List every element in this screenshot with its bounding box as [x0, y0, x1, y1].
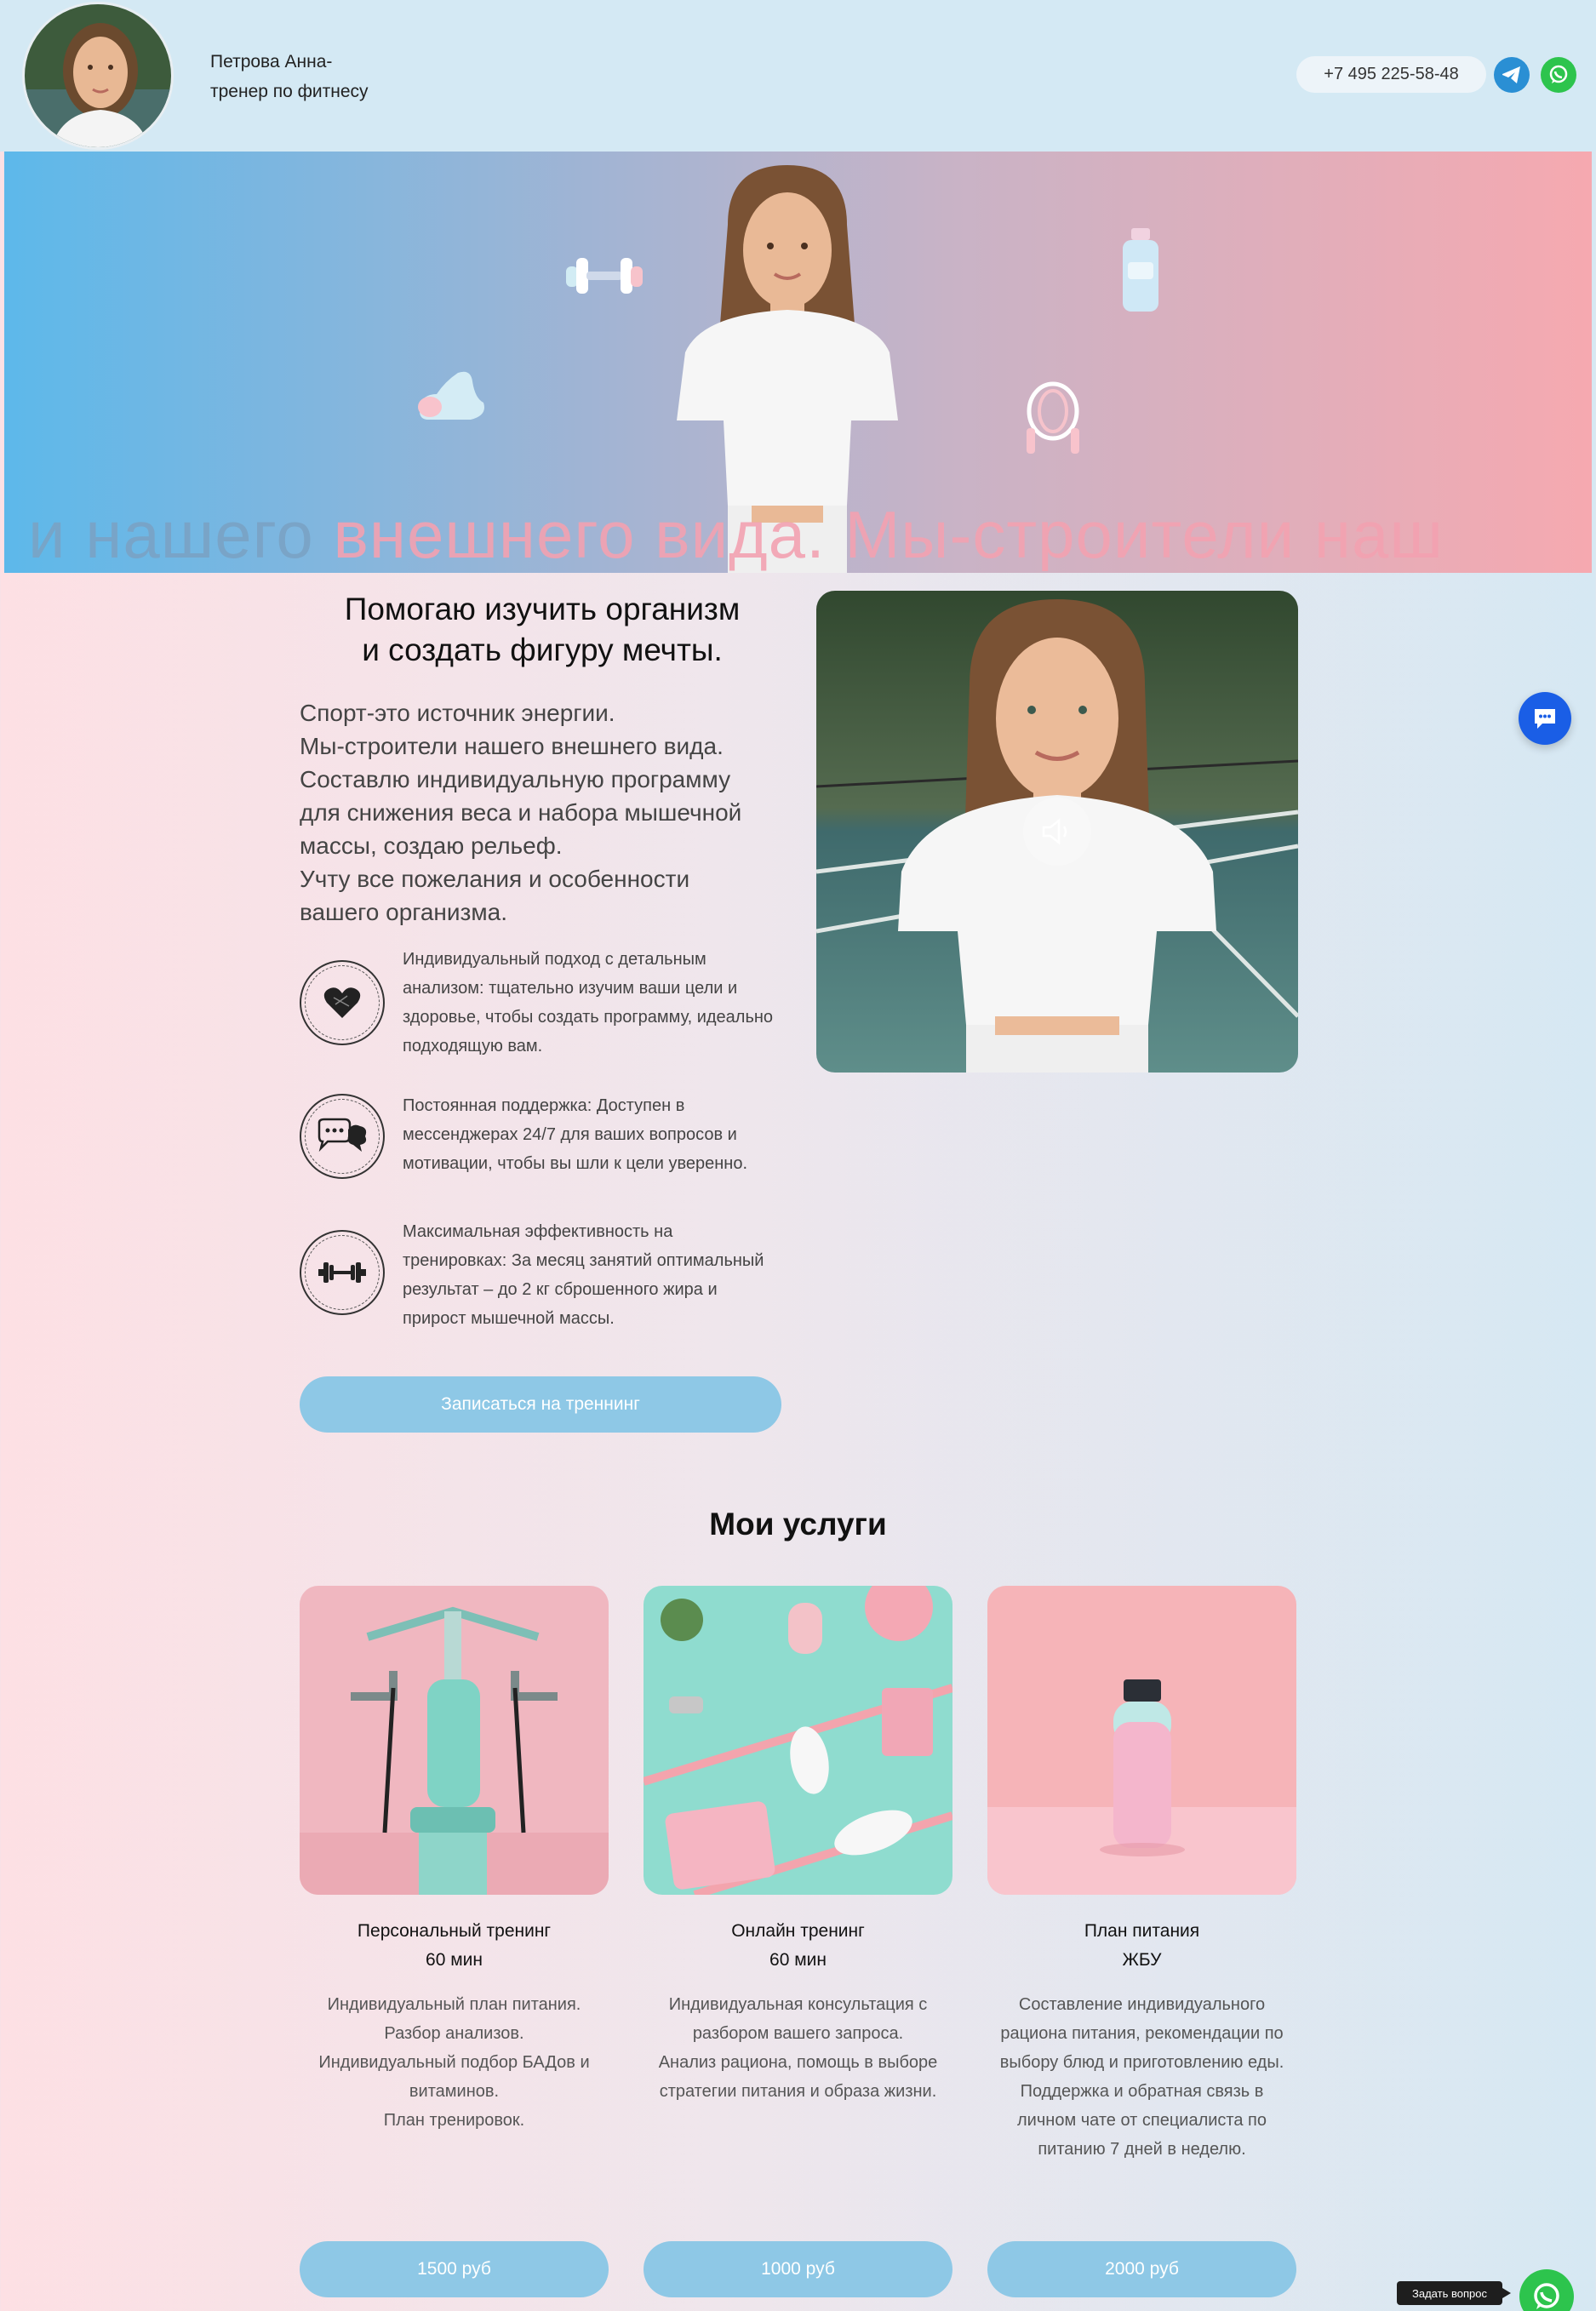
service-duration: 60 мин [426, 1950, 483, 1970]
service-desc-line: рациона питания, рекомендации по [1000, 2024, 1284, 2043]
jump-rope-icon [1027, 381, 1079, 454]
intro-line: Учту все пожелания и особенности [300, 866, 690, 892]
service-duration: 60 мин [769, 1950, 827, 1970]
intro-title: Помогаю изучить организм и создать фигур… [300, 589, 785, 671]
service-description: Составление индивидуального рациона пита… [987, 1990, 1296, 2164]
service-desc-line: витаминов. [409, 2082, 500, 2101]
service-desc-line: Составление индивидуального [1018, 1995, 1266, 2014]
marquee-part-3: Мы-строители наш [825, 497, 1444, 572]
service-name: Персональный тренинг [357, 1921, 552, 1941]
brand-role: тренер по фитнесу [210, 82, 369, 101]
service-desc-line: Поддержка и обратная связь в [1020, 2082, 1264, 2101]
telegram-icon[interactable] [1494, 57, 1530, 93]
brand-title: Петрова Анна- тренер по фитнесу [210, 47, 369, 106]
service-desc-line: Индивидуальный план питания. [327, 1995, 581, 2014]
gym-machine-image [300, 1586, 609, 1895]
hero-banner: и нашего внешнего вида. Мы-строители наш [4, 152, 1592, 573]
feature-text: Максимальная эффективность на тренировка… [403, 1222, 764, 1328]
brand-name: Петрова Анна- [210, 52, 333, 72]
marquee-part-2: внешнего вида. [333, 497, 826, 572]
intro-line: Мы-строители нашего внешнего вида. [300, 733, 724, 759]
trainer-photo [816, 591, 1298, 1073]
sound-toggle-icon[interactable] [1023, 798, 1091, 866]
chat-widget-icon[interactable] [1519, 692, 1571, 745]
heart-icon [300, 960, 385, 1045]
whatsapp-chat-icon[interactable] [1519, 2269, 1574, 2311]
price-button-nutrition[interactable]: 2000 руб [987, 2241, 1296, 2297]
phone-link[interactable]: +7 495 225-58-48 [1296, 56, 1486, 93]
intro-title-line2: и создать фигуру мечты. [362, 632, 723, 667]
service-desc-line: личном чате от специалиста по [1017, 2111, 1267, 2130]
intro-paragraph: Спорт-это источник энергии. Мы-строители… [300, 696, 776, 929]
service-name: План питания [1084, 1921, 1200, 1941]
bicep-icon [418, 371, 484, 420]
intro-line: Составлю индивидуальную программу [300, 766, 731, 792]
intro-line: для снижения веса и набора мышечной [300, 799, 742, 826]
service-desc-line: Разбор анализов. [384, 2024, 524, 2043]
feature-text: Постоянная поддержка: Доступен в мессенд… [403, 1096, 747, 1173]
intro-title-line1: Помогаю изучить организм [344, 592, 741, 626]
service-desc-line: Индивидуальный подбор БАДов и [318, 2053, 590, 2072]
intro-line: массы, создаю рельеф. [300, 832, 563, 859]
service-card: План питания ЖБУ Составление индивидуаль… [987, 1586, 1296, 2164]
intro-line: Спорт-это источник энергии. [300, 700, 615, 726]
chat-bubbles-icon [300, 1094, 385, 1179]
service-desc-line: выбору блюд и приготовлению еды. [999, 2053, 1284, 2072]
service-desc-line: Анализ рациона, помощь в выборе [658, 2053, 938, 2072]
service-description: Индивидуальный план питания. Разбор анал… [300, 1990, 609, 2135]
service-desc-line: План тренировок. [383, 2111, 525, 2130]
dumbbell-icon [566, 258, 643, 294]
service-desc-line: Индивидуальная консультация с [668, 1995, 928, 2014]
water-bottle-icon [1123, 228, 1158, 312]
service-card: Онлайн тренинг 60 мин Индивидуальная кон… [644, 1586, 952, 2106]
dumbbell-icon [300, 1230, 385, 1315]
workout-flatlay-image [644, 1586, 952, 1895]
trainer-avatar [22, 2, 174, 150]
signup-button[interactable]: Записаться на треннинг [300, 1376, 781, 1433]
site-header: Петрова Анна- тренер по фитнесу +7 495 2… [0, 0, 1596, 152]
intro-line: вашего организма. [300, 899, 507, 925]
services-title: Мои услуги [709, 1507, 887, 1542]
service-desc-line: питанию 7 дней в неделю. [1038, 2140, 1246, 2159]
hero-marquee: и нашего внешнего вида. Мы-строители наш [28, 496, 1444, 573]
price-button-online[interactable]: 1000 руб [644, 2241, 952, 2297]
shaker-bottle-image [987, 1586, 1296, 1895]
marquee-part-1: и нашего [28, 497, 334, 572]
feature-text: Индивидуальный подход с детальным анализ… [403, 950, 774, 1055]
page: Петрова Анна- тренер по фитнесу +7 495 2… [0, 0, 1596, 2311]
service-desc-line: стратегии питания и образа жизни. [659, 2082, 937, 2101]
service-duration: ЖБУ [1122, 1950, 1162, 1970]
service-name: Онлайн тренинг [731, 1921, 865, 1941]
ask-question-tooltip: Задать вопрос [1397, 2281, 1511, 2305]
price-button-personal[interactable]: 1500 руб [300, 2241, 609, 2297]
service-description: Индивидуальная консультация с разбором в… [644, 1990, 952, 2106]
service-card: Персональный тренинг 60 мин Индивидуальн… [300, 1586, 609, 2135]
service-desc-line: разбором вашего запроса. [692, 2024, 904, 2043]
whatsapp-icon[interactable] [1541, 57, 1576, 93]
